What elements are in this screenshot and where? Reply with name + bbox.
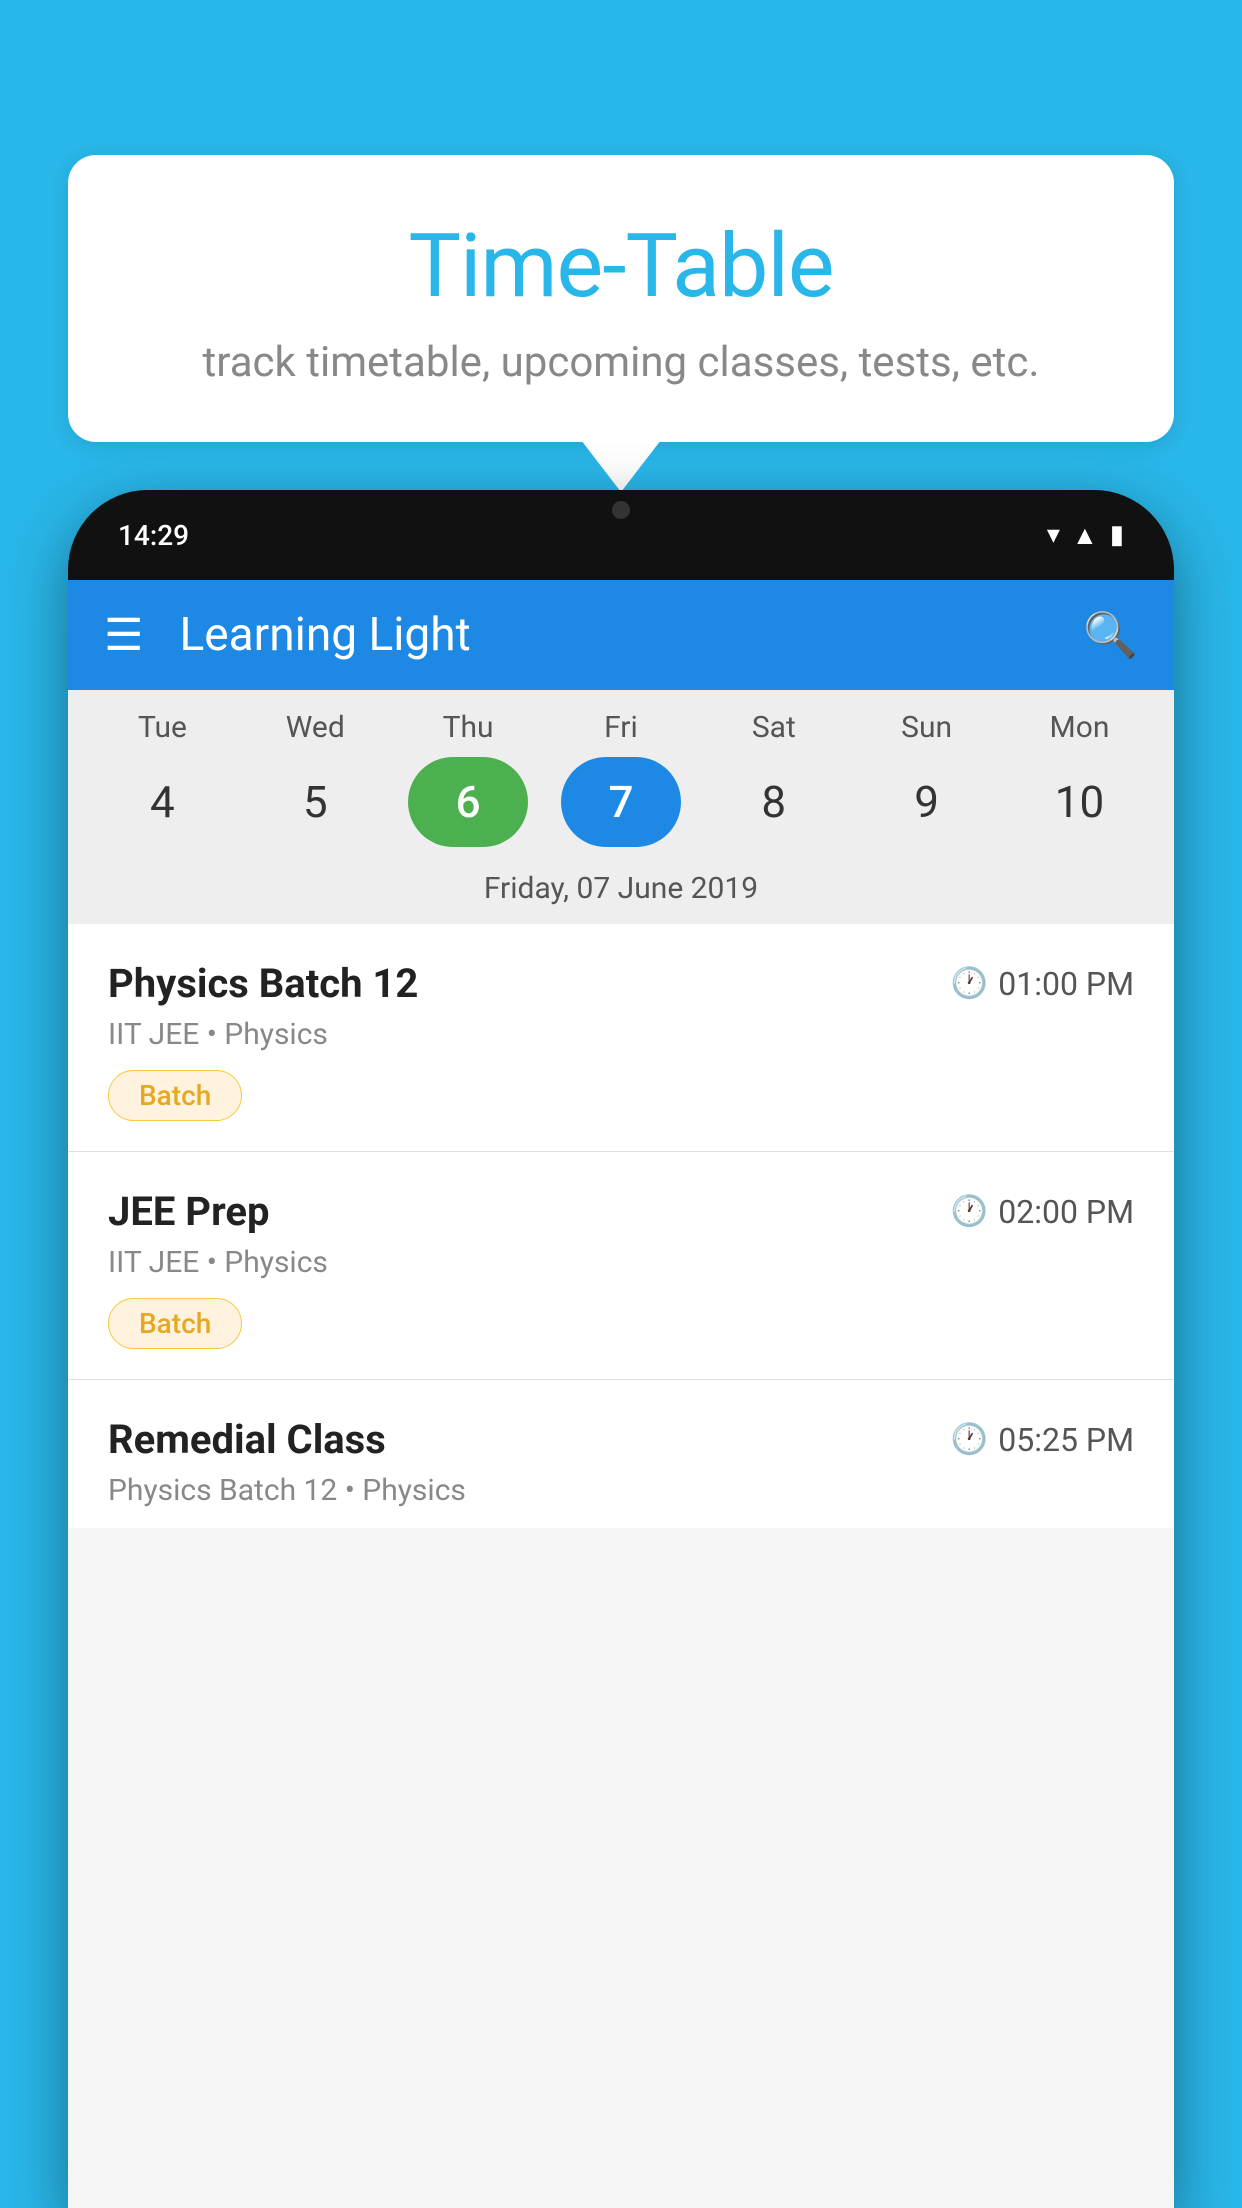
class-3-name: Remedial Class [108,1416,386,1463]
day-9[interactable]: 9 [867,757,987,847]
selected-date: Friday, 07 June 2019 [68,863,1174,924]
class-2-badge: Batch [108,1298,242,1349]
class-2-subtitle: IIT JEE • Physics [108,1245,1134,1280]
day-header-wed: Wed [255,710,375,745]
clock-icon-1: 🕐 [951,966,988,1001]
camera-dot [612,501,630,519]
bubble-subtitle: track timetable, upcoming classes, tests… [118,338,1124,387]
status-icons: ▾ ▲ ▮ [1047,520,1124,551]
wifi-icon: ▾ [1047,520,1060,550]
day-header-mon: Mon [1019,710,1139,745]
status-time: 14:29 [118,519,189,552]
clock-icon-2: 🕐 [951,1194,988,1229]
day-5[interactable]: 5 [255,757,375,847]
day-header-tue: Tue [102,710,222,745]
day-numbers: 4 5 6 7 8 9 10 [68,757,1174,847]
class-item-3[interactable]: Remedial Class 🕐 05:25 PM Physics Batch … [68,1380,1174,1528]
class-2-time-text: 02:00 PM [998,1193,1134,1231]
day-8[interactable]: 8 [714,757,834,847]
app-bar: ☰ Learning Light 🔍 [68,580,1174,690]
calendar-strip: Tue Wed Thu Fri Sat Sun Mon 4 5 6 7 8 9 … [68,690,1174,924]
signal-icon: ▲ [1072,520,1098,551]
speech-bubble: Time-Table track timetable, upcoming cla… [68,155,1174,442]
app-title: Learning Light [179,608,1083,662]
phone-frame: 14:29 ▾ ▲ ▮ ☰ Learning Light 🔍 Tue Wed T… [68,490,1174,2208]
class-2-name: JEE Prep [108,1188,269,1235]
class-1-subtitle: IIT JEE • Physics [108,1017,1134,1052]
class-list: Physics Batch 12 🕐 01:00 PM IIT JEE • Ph… [68,924,1174,1528]
class-2-time: 🕐 02:00 PM [951,1193,1134,1231]
phone-screen: ☰ Learning Light 🔍 Tue Wed Thu Fri Sat S… [68,580,1174,2208]
day-10[interactable]: 10 [1019,757,1139,847]
class-1-time-text: 01:00 PM [998,965,1134,1003]
day-header-thu: Thu [408,710,528,745]
day-7-selected[interactable]: 7 [561,757,681,847]
class-item-1-header: Physics Batch 12 🕐 01:00 PM [108,960,1134,1007]
day-header-sun: Sun [867,710,987,745]
clock-icon-3: 🕐 [951,1422,988,1457]
class-item-1[interactable]: Physics Batch 12 🕐 01:00 PM IIT JEE • Ph… [68,924,1174,1152]
class-item-3-header: Remedial Class 🕐 05:25 PM [108,1416,1134,1463]
notch [591,490,651,530]
class-3-subtitle: Physics Batch 12 • Physics [108,1473,1134,1508]
day-4[interactable]: 4 [102,757,222,847]
class-1-badge: Batch [108,1070,242,1121]
hamburger-icon[interactable]: ☰ [104,613,143,657]
class-3-time: 🕐 05:25 PM [951,1421,1134,1459]
class-1-name: Physics Batch 12 [108,960,418,1007]
class-1-time: 🕐 01:00 PM [951,965,1134,1003]
day-header-sat: Sat [714,710,834,745]
battery-icon: ▮ [1110,520,1124,550]
bubble-title: Time-Table [118,215,1124,318]
class-item-2-header: JEE Prep 🕐 02:00 PM [108,1188,1134,1235]
class-item-2[interactable]: JEE Prep 🕐 02:00 PM IIT JEE • Physics Ba… [68,1152,1174,1380]
day-6-today[interactable]: 6 [408,757,528,847]
search-icon[interactable]: 🔍 [1083,609,1138,661]
status-bar: 14:29 ▾ ▲ ▮ [68,490,1174,580]
day-header-fri: Fri [561,710,681,745]
class-3-time-text: 05:25 PM [998,1421,1134,1459]
day-headers: Tue Wed Thu Fri Sat Sun Mon [68,710,1174,745]
